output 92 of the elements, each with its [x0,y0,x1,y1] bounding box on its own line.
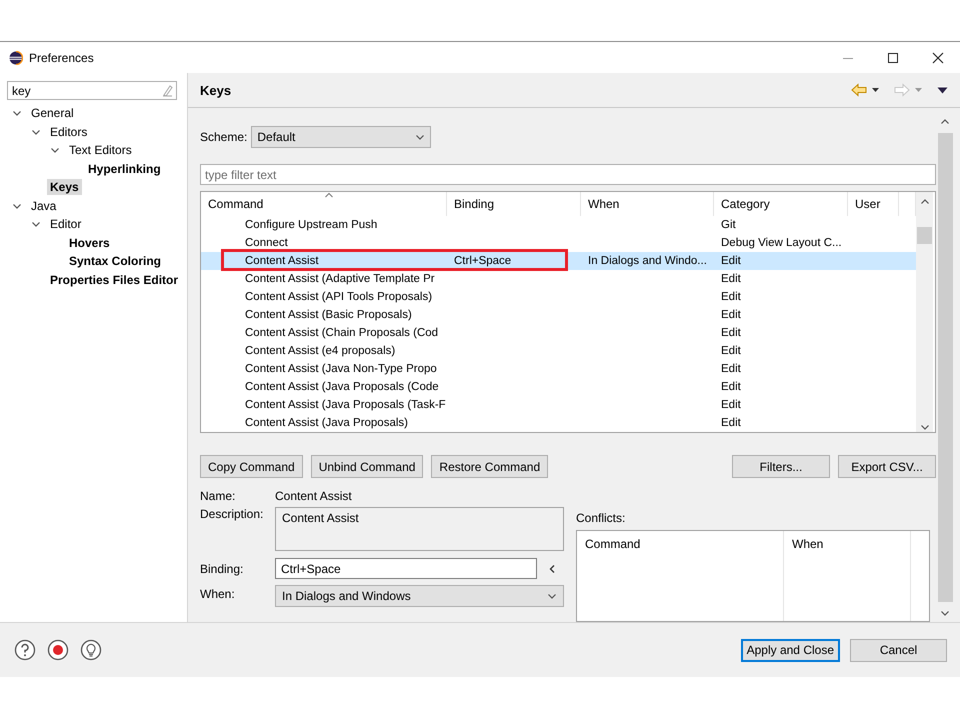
table-cell-text: Edit [720,291,742,303]
description-field[interactable]: Content Assist [275,507,564,551]
filter-field[interactable]: type filter text [200,164,936,185]
table-cell-text: Content Assist (Java Non-Type Propo [244,363,438,375]
table-row[interactable]: Configure Upstream Push Git [201,216,916,234]
page-title: Keys [200,82,232,98]
conflicts-label: Conflicts: [576,511,626,525]
app-logo-icon [9,50,23,64]
window-title: Preferences [29,50,95,64]
table-row[interactable]: Content Assist (Java Proposals (Code Edit [201,378,916,396]
table-row[interactable]: Content Assist (API Tools Proposals) Edit [201,288,916,306]
tree-item[interactable]: Syntax Coloring [66,253,164,270]
binding-field[interactable]: Ctrl+Space [275,558,537,579]
table-row[interactable]: Content Assist (Basic Proposals) Edit [201,306,916,324]
column-header[interactable]: Category [714,192,848,216]
table-row[interactable]: Content Assist (Java Non-Type Propo Edit [201,360,916,378]
table-cell-text: Content Assist (Java Proposals (Code [244,381,440,393]
chevron-down-icon [920,422,930,432]
table-cell-text: Edit [720,273,742,285]
table-row[interactable]: Content Assist (Java Proposals) Edit [201,414,916,432]
chevron-left-icon [548,564,556,574]
field-label: Description: [200,507,264,521]
record-icon[interactable] [47,639,69,661]
table-cell-text: Ctrl+Space [453,255,512,267]
table-row[interactable]: Content Assist (Chain Proposals (Cod Edit [201,324,916,342]
table-cell-text: Connect [244,237,289,249]
table-row[interactable]: Content Assist Ctrl+Space In Dialogs and Windo... Edit [201,252,916,270]
dialog-button[interactable]: Cancel [850,638,947,662]
lightbulb-icon[interactable] [80,639,102,661]
scrollbar-thumb[interactable] [917,227,932,244]
tree-item[interactable]: Java [28,198,60,214]
table-cell-text: Edit [720,309,742,321]
column-header[interactable]: When [581,192,714,216]
scheme-label: Scheme: [200,130,248,144]
table-row[interactable]: Content Assist (e4 proposals) Edit [201,342,916,360]
tree-item[interactable]: Hyperlinking [85,160,164,177]
table-cell-text: Configure Upstream Push [244,219,378,231]
command-button[interactable]: Unbind Command [310,455,424,478]
tree-item[interactable]: General [28,105,77,122]
table-cell-text: Content Assist (Java Proposals) [244,417,409,429]
dialog-button[interactable]: Apply and Close [740,638,840,662]
chevron-down-icon [940,608,950,618]
column-header[interactable]: User [848,192,899,216]
tree-item[interactable]: Hovers [66,234,113,251]
field-label: When: [200,587,236,601]
column-header[interactable]: Binding [447,192,581,216]
table-cell-text: Edit [720,327,742,339]
help-icon[interactable] [14,639,36,661]
command-button[interactable]: Restore Command [431,455,548,478]
table-cell-text: Edit [720,399,742,411]
table-cell-text: Edit [720,363,742,375]
table-cell-text: Edit [720,381,742,393]
table-cell-text: Edit [720,255,742,267]
table-button[interactable]: Export CSV... [838,455,936,478]
tree-item[interactable]: Editors [47,124,90,140]
table-cell-text: Debug View Layout C... [720,237,843,249]
when-dropdown[interactable]: In Dialogs and Windows [275,585,564,607]
field-label: Binding: [200,562,244,576]
column-header[interactable]: When [784,531,911,621]
table-row[interactable]: Connect Debug View Layout C... [201,234,916,252]
table-cell-text: Edit [720,417,742,429]
scheme-dropdown[interactable]: Default [251,126,432,148]
chevron-down-icon [415,132,426,142]
chevron-down-icon [547,591,557,601]
tree-item[interactable]: Text Editors [66,142,135,158]
field-label: Name: [200,489,236,503]
tree-item[interactable]: Properties Files Editor [47,272,182,288]
table-cell-text: Content Assist (API Tools Proposals) [244,291,434,303]
table-cell-text: Content Assist (Basic Proposals) [244,309,413,321]
scrollbar[interactable] [916,192,933,432]
table-button[interactable]: Filters... [732,455,830,478]
table-cell-text: Content Assist (e4 proposals) [244,345,396,357]
filter-field[interactable]: key [7,81,177,100]
tree-item[interactable]: Editor [47,216,84,232]
command-name: Content Assist [275,489,353,503]
dropdown-icon[interactable] [871,87,880,93]
table-cell-text: Git [720,219,737,231]
close-icon[interactable] [932,52,944,64]
table-row[interactable]: Content Assist (Adaptive Template Pr Edit [201,270,916,288]
tree-item[interactable]: Keys [47,179,82,196]
table-cell-text: Content Assist (Java Proposals (Task-F [244,399,447,411]
view-menu-icon[interactable] [937,86,948,94]
column-header[interactable]: Command [201,192,447,216]
table-cell-text: Content Assist [244,255,320,267]
table-cell-text: Edit [720,345,742,357]
table-cell-text: In Dialogs and Windo... [587,255,708,267]
maximize-icon[interactable] [887,52,899,64]
table-cell-text: Content Assist (Adaptive Template Pr [244,273,436,285]
column-header[interactable]: Command [577,531,784,621]
table-cell-text: Content Assist (Chain Proposals (Cod [244,327,440,339]
command-button[interactable]: Copy Command [200,455,303,478]
table-row[interactable]: Content Assist (Java Proposals (Task-F Edit [201,396,916,414]
